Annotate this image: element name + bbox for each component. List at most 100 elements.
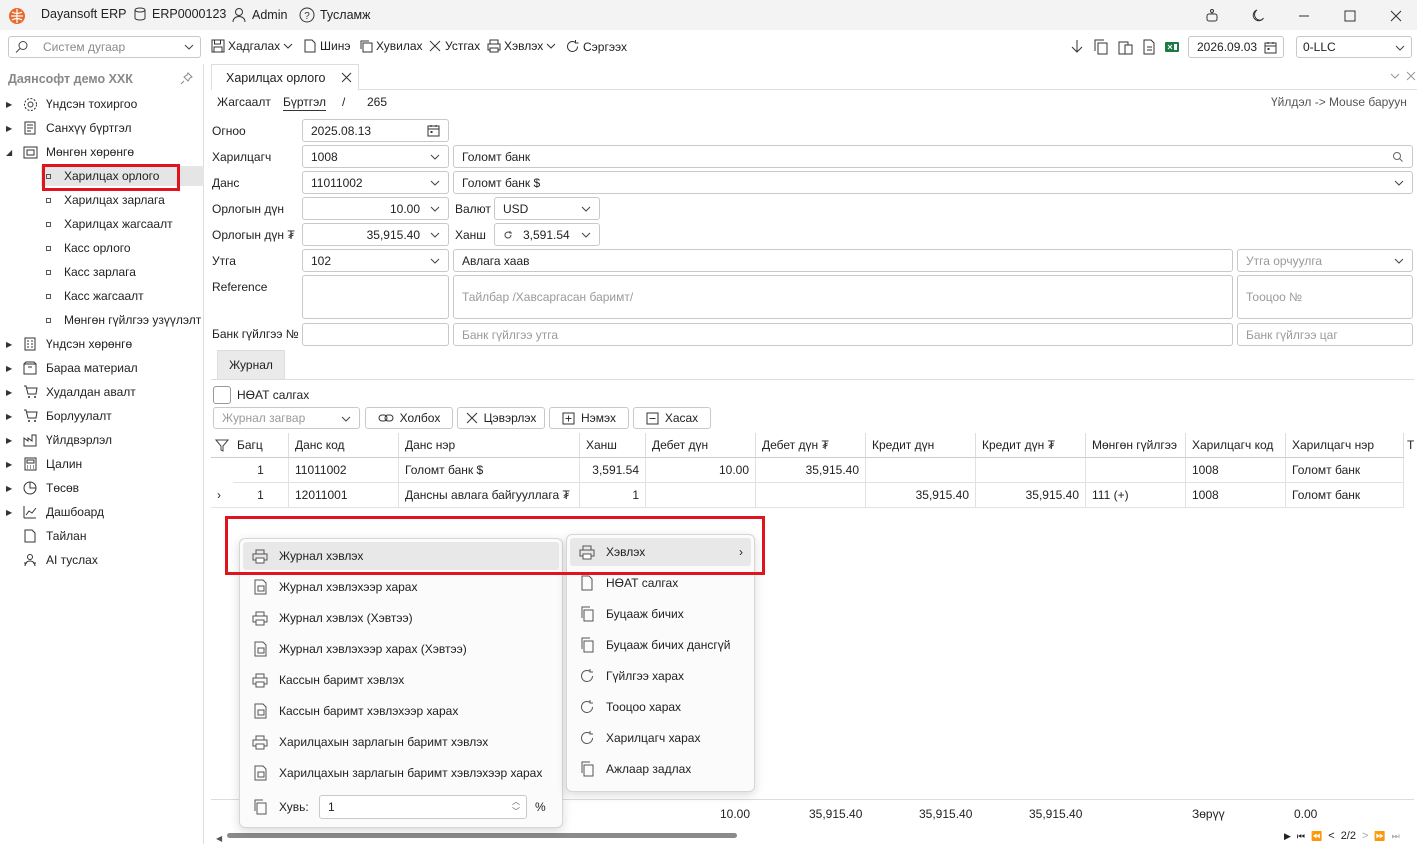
date-picker[interactable]: 2026.09.03 (1188, 36, 1284, 58)
sidebar-subitem-1[interactable]: Харилцах зарлага (46, 190, 165, 210)
copies-input[interactable]: 1 ︿ ﹀ (319, 795, 527, 819)
clipboard-icon[interactable] (1117, 39, 1133, 55)
bank-tx-time-field[interactable]: Банк гүйлгээ цаг (1237, 323, 1413, 346)
sidebar-item-4[interactable]: ▶ Бараа материал (6, 358, 138, 378)
column-header-10[interactable]: Харилцагч нэр (1286, 433, 1404, 458)
sidebar-subitem-4[interactable]: Касс зарлага (46, 262, 136, 282)
partner-name-field[interactable]: Голомт банк (453, 145, 1413, 168)
next-fast-icon[interactable]: ⏩ (1374, 831, 1385, 842)
context-menu-item-7[interactable]: Ажлаар задлах (570, 755, 751, 783)
context-menu-item-2[interactable]: Буцааж бичих (570, 600, 751, 628)
print-menu-item-2[interactable]: Журнал хэвлэх (Хэвтээ) (243, 604, 559, 632)
cell-r1-c9[interactable]: 1008 (1186, 483, 1286, 508)
minimize-icon[interactable] (1294, 6, 1314, 26)
amount-mnt-field[interactable]: 35,915.40 (302, 223, 449, 246)
collapsed-arrow-icon[interactable]: ▶ (6, 484, 16, 493)
print-menu-item-6[interactable]: Харилцахын зарлагын баримт хэвлэх (243, 728, 559, 756)
cell-r0-c6[interactable] (866, 458, 976, 483)
cell-r0-c4[interactable]: 10.00 (646, 458, 756, 483)
sidebar-subitem-6[interactable]: Мөнгөн гүйлгээ узүүлэлт (46, 310, 201, 330)
sidebar-item-3[interactable]: ▶ Үндсэн хөрөнгө (6, 334, 132, 354)
bank-tx-purpose-field[interactable]: Банк гүйлгээ утга (453, 323, 1233, 346)
tab-active[interactable]: Харилцах орлого (211, 64, 359, 90)
account-code-field[interactable]: 11011002 (302, 171, 449, 194)
cell-r0-c8[interactable] (1086, 458, 1186, 483)
close-tab-icon[interactable] (341, 72, 352, 83)
collapsed-arrow-icon[interactable]: ▶ (6, 340, 16, 349)
purpose-text-field[interactable]: Авлага хаав (453, 249, 1233, 272)
column-header-7[interactable]: Кредит дүн ₮ (976, 433, 1086, 458)
cell-r0-c9[interactable]: 1008 (1186, 458, 1286, 483)
prev-fast-icon[interactable]: ⏪ (1311, 831, 1322, 842)
column-header-9[interactable]: Харилцагч код (1186, 433, 1286, 458)
collapsed-arrow-icon[interactable]: ▶ (6, 388, 16, 397)
collapsed-arrow-icon[interactable]: ▶ (6, 124, 16, 133)
cell-r1-c8[interactable]: 111 (+) (1086, 483, 1186, 508)
first-page-icon[interactable]: ⏮ (1297, 831, 1305, 842)
amount-field[interactable]: 10.00 (302, 197, 449, 220)
breadcrumb-register[interactable]: Бүртгэл (283, 95, 327, 111)
print-menu-item-1[interactable]: Журнал хэвлэхээр харах (243, 573, 559, 601)
currency-field[interactable]: USD (494, 197, 600, 220)
link-button[interactable]: Холбох (365, 407, 453, 429)
column-header-5[interactable]: Дебет дүн ₮ (756, 433, 866, 458)
clear-button[interactable]: Цэвэрлэх (457, 407, 545, 429)
cell-r0-c10[interactable]: Голомт банк (1286, 458, 1404, 483)
reference-field[interactable] (302, 275, 449, 319)
excel-icon[interactable] (1164, 39, 1180, 55)
cell-r1-c5[interactable] (756, 483, 866, 508)
tab-journal[interactable]: Журнал (217, 350, 285, 379)
column-header-2[interactable]: Данс нэр (399, 433, 580, 458)
cell-r1-c3[interactable]: 1 (580, 483, 646, 508)
cell-r0-c0[interactable]: 1 (233, 458, 289, 483)
rate-field[interactable]: 3,591.54 (494, 223, 600, 246)
sidebar-item-12[interactable]: AI туслах (6, 550, 98, 570)
bank-tx-number-field[interactable] (302, 323, 449, 346)
theme-moon-icon[interactable] (1248, 6, 1268, 26)
save-button[interactable]: Хадгалах (211, 39, 293, 53)
prev-page-icon[interactable]: < (1328, 830, 1334, 842)
sidebar-subitem-2[interactable]: Харилцах жагсаалт (46, 214, 173, 234)
cell-r1-c7[interactable]: 35,915.40 (976, 483, 1086, 508)
purpose-translate-field[interactable]: Утга орчуулга (1237, 249, 1413, 272)
filter-icon[interactable] (215, 438, 229, 452)
company-selector[interactable]: 0-LLC (1296, 36, 1412, 58)
help-menu[interactable]: ? Тусламж (299, 7, 371, 23)
partner-code-field[interactable]: 1008 (302, 145, 449, 168)
remove-row-button[interactable]: Хасах (633, 407, 711, 429)
collapsed-arrow-icon[interactable]: ▶ (6, 412, 16, 421)
next-page-icon[interactable]: > (1362, 830, 1368, 842)
scroll-right-icon[interactable]: ▶ (1284, 831, 1291, 842)
cell-r1-c1[interactable]: 12011001 (289, 483, 399, 508)
sidebar-item-6[interactable]: ▶ Борлуулалт (6, 406, 112, 426)
column-header-6[interactable]: Кредит дүн (866, 433, 976, 458)
cell-r1-c2[interactable]: Дансны авлага байгууллага ₮ (399, 483, 580, 508)
sidebar-item-1[interactable]: ▶ Санхүү бүртгэл (6, 118, 131, 138)
cell-r1-c4[interactable] (646, 483, 756, 508)
expanded-arrow-icon[interactable]: ◢ (6, 148, 16, 157)
account-name-field[interactable]: Голомт банк $ (453, 171, 1413, 194)
sidebar-item-2[interactable]: ◢ Мөнгөн хөрөнгө (6, 142, 134, 162)
cell-r0-c1[interactable]: 11011002 (289, 458, 399, 483)
context-menu-item-6[interactable]: Харилцагч харах (570, 724, 751, 752)
context-menu-item-5[interactable]: Тооцоо харах (570, 693, 751, 721)
column-header-8[interactable]: Мөнгөн гүйлгээ (1086, 433, 1186, 458)
journal-template-select[interactable]: Журнал загвар (213, 407, 360, 429)
settlement-number-field[interactable]: Тооцоо № (1237, 275, 1413, 319)
purpose-code-field[interactable]: 102 (302, 249, 449, 272)
cell-r0-c7[interactable] (976, 458, 1086, 483)
pin-icon[interactable] (180, 72, 193, 85)
collapsed-arrow-icon[interactable]: ▶ (6, 436, 16, 445)
last-page-icon[interactable]: ⏭ (1392, 831, 1400, 842)
sidebar-subitem-3[interactable]: Касс орлого (46, 238, 131, 258)
delete-button[interactable]: Устгах (428, 39, 480, 53)
tabs-collapse-icon[interactable] (1390, 71, 1400, 81)
scroll-left-icon[interactable]: ◀ (216, 834, 222, 843)
collapsed-arrow-icon[interactable]: ▶ (6, 100, 16, 109)
horizontal-scrollbar[interactable] (227, 833, 737, 838)
system-number-search[interactable]: Систем дугаар (8, 36, 201, 58)
close-icon[interactable] (1386, 6, 1406, 26)
copy-doc-icon[interactable] (1093, 39, 1109, 55)
sidebar-item-5[interactable]: ▶ Худалдан авалт (6, 382, 136, 402)
copy-button[interactable]: Хувилах (359, 39, 423, 53)
